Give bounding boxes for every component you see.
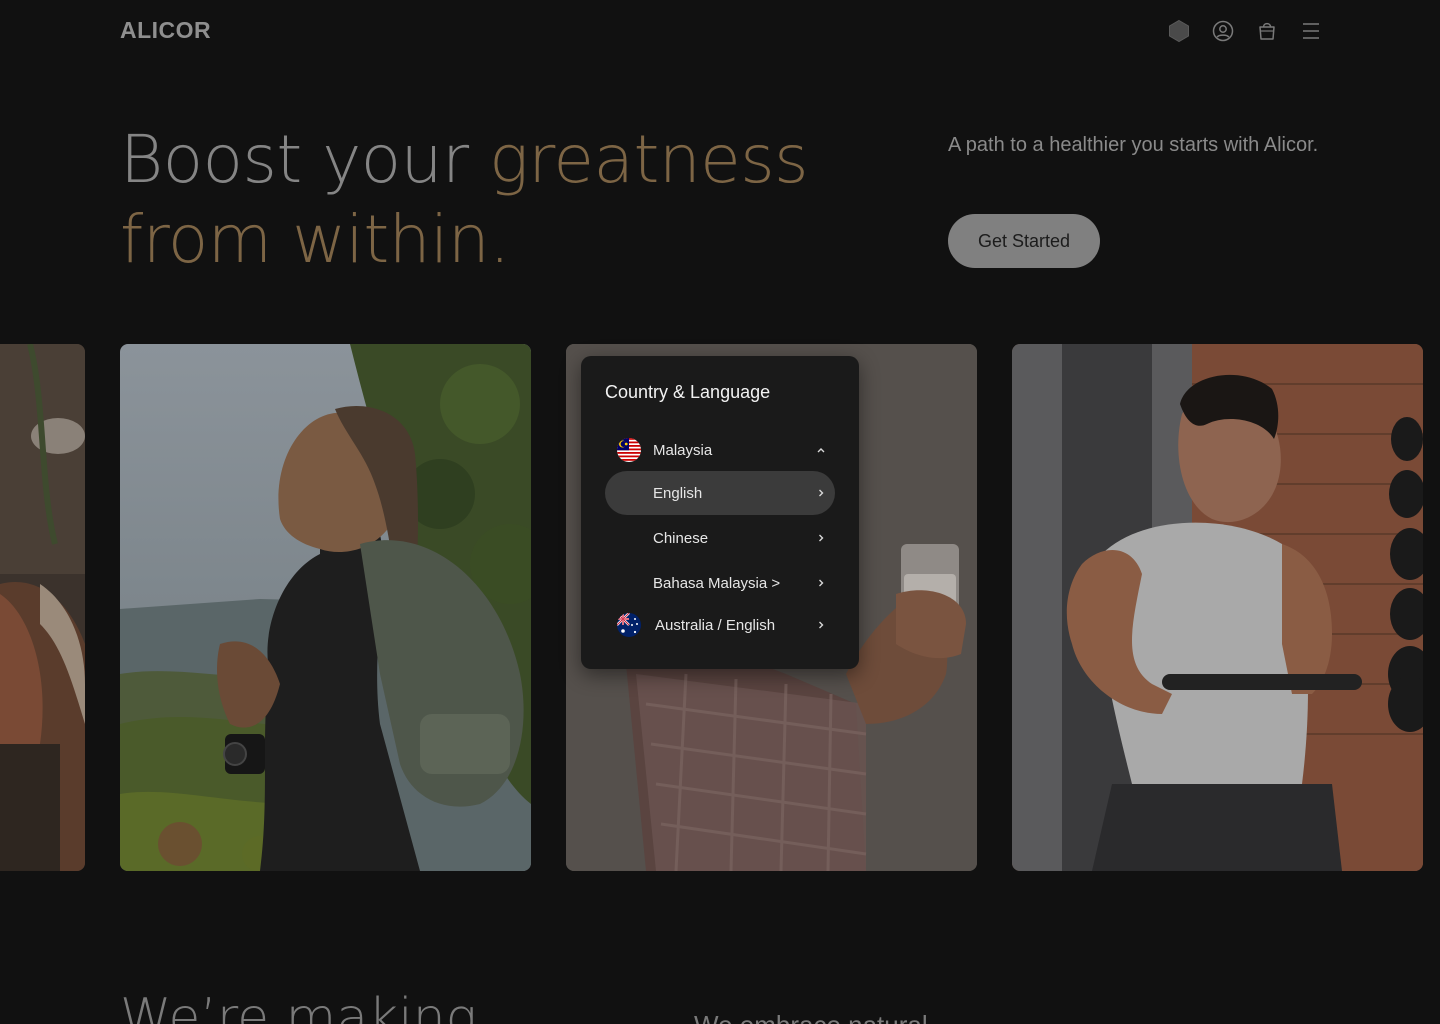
chevron-up-icon[interactable]: [815, 444, 827, 456]
section-subtitle: We embrace natural: [694, 1010, 928, 1024]
language-label-chinese: Chinese: [653, 529, 709, 547]
chevron-right-icon[interactable]: [815, 619, 827, 631]
hero-copy: A path to a healthier you starts with Al…: [948, 134, 1319, 156]
hero-title-part1: Boost your: [120, 121, 490, 198]
bag-icon[interactable]: [1254, 18, 1280, 44]
hero-title-accent2: from within.: [120, 201, 510, 278]
section-title: We’re making: [120, 988, 477, 1024]
language-label-bahasa-malaysia: Bahasa Malaysia >: [653, 574, 781, 592]
language-label-english: English: [653, 484, 703, 502]
chevron-right-icon: [819, 534, 824, 542]
brand-logo[interactable]: ALICOR: [120, 17, 211, 44]
language-option-english[interactable]: English: [605, 471, 835, 515]
language-option-bahasa-malaysia[interactable]: Bahasa Malaysia >: [605, 561, 835, 605]
user-icon[interactable]: [1210, 18, 1236, 44]
country-label-australia: Australia / English: [655, 616, 776, 634]
malaysia-flag-icon: [617, 438, 641, 462]
country-label-malaysia: Malaysia: [653, 441, 713, 459]
country-option-malaysia[interactable]: Malaysia: [605, 428, 835, 472]
popup-title: Country & Language: [605, 382, 771, 402]
hero-title-accent1: greatness: [489, 121, 809, 198]
country-language-popup: Country & Language Malaysia English Chin…: [581, 356, 859, 669]
hexagon-icon[interactable]: [1166, 18, 1192, 44]
chevron-right-icon: [819, 579, 824, 587]
workout-image[interactable]: [1012, 344, 1423, 871]
get-started-button[interactable]: Get Started: [948, 214, 1100, 268]
hiker-image[interactable]: [120, 344, 531, 871]
header-icon-bar: [1166, 18, 1324, 44]
lifestyle-image-partial[interactable]: [0, 344, 85, 871]
menu-icon[interactable]: [1298, 18, 1324, 44]
chevron-right-icon: [819, 489, 824, 497]
language-option-chinese[interactable]: Chinese: [605, 516, 835, 560]
australia-flag-icon: [617, 613, 641, 637]
hero-title: Boost your greatness from within.: [120, 120, 809, 280]
country-option-australia[interactable]: Australia / English: [605, 603, 835, 647]
